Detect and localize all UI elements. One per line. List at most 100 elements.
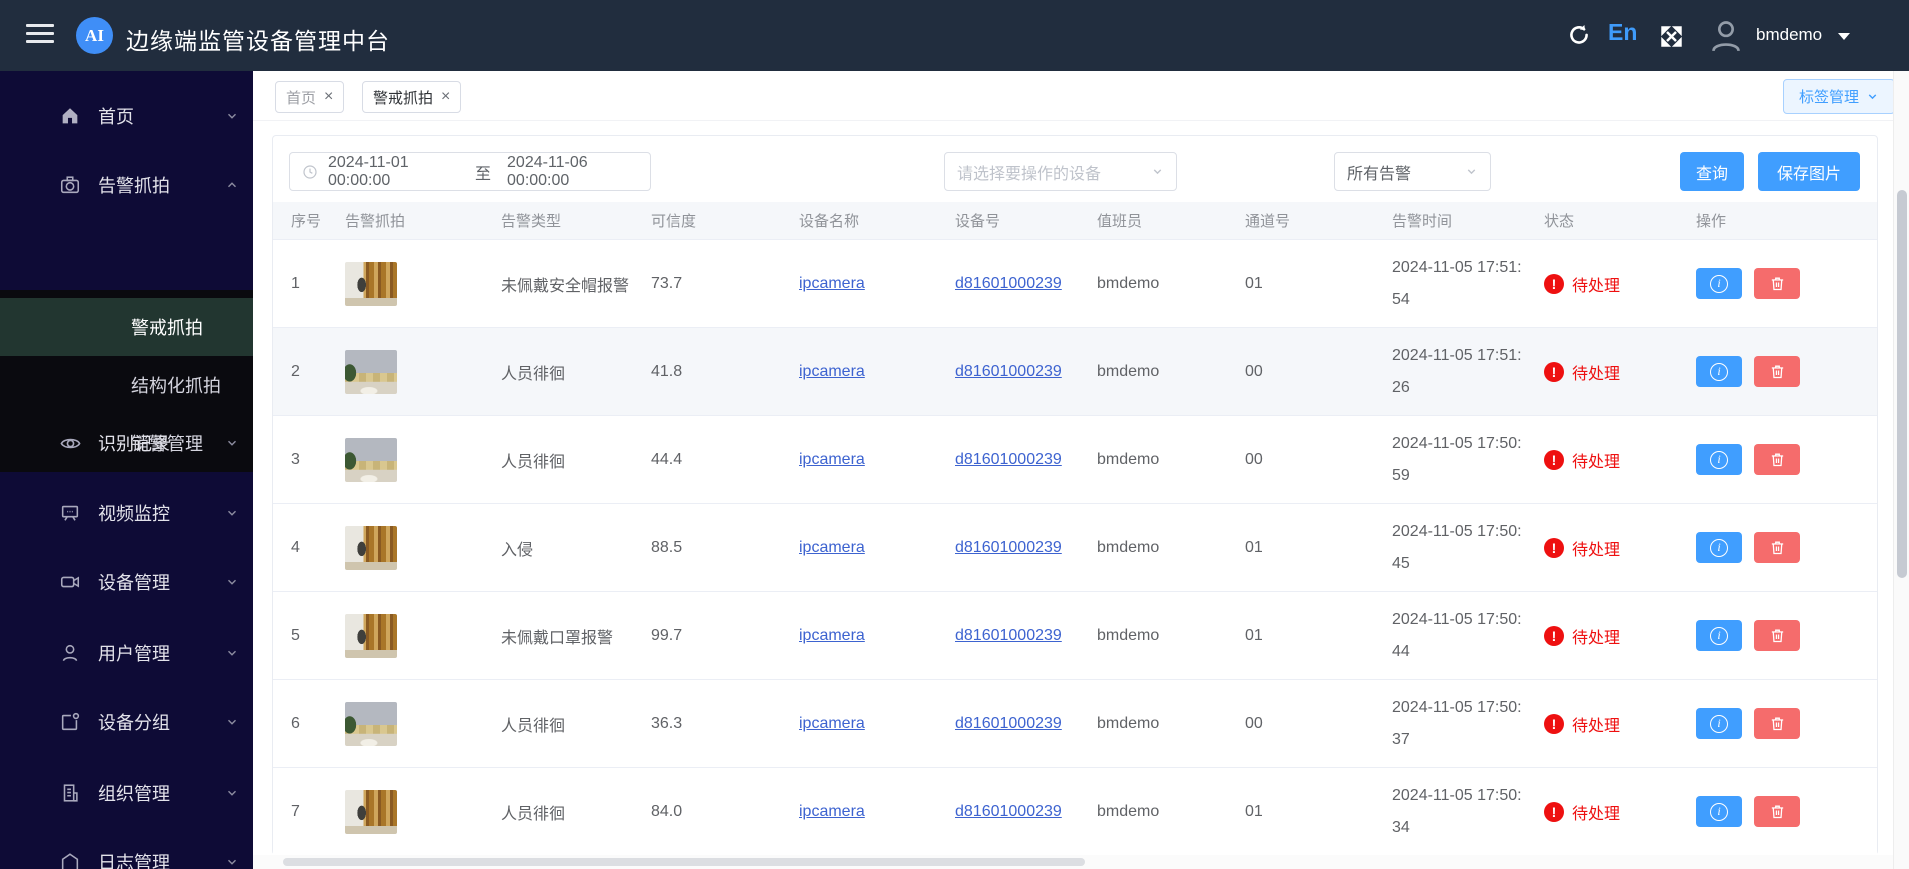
device-name-link[interactable]: ipcamera bbox=[799, 451, 865, 468]
close-icon[interactable]: × bbox=[324, 89, 333, 105]
alarm-time: 2024-11-05 17:50: 44 bbox=[1376, 607, 1528, 665]
horizontal-scrollbar-thumb[interactable] bbox=[283, 858, 1085, 866]
building-icon bbox=[58, 781, 82, 805]
sidebar-item-log-management[interactable]: 日志管理 bbox=[0, 828, 253, 869]
device-no-link[interactable]: d81601000239 bbox=[955, 275, 1062, 292]
operator-value: bmdemo bbox=[1097, 714, 1160, 732]
delete-button[interactable] bbox=[1754, 708, 1800, 739]
alarm-type: 入侵 bbox=[501, 541, 534, 559]
sidebar-item-label: 设备管理 bbox=[98, 573, 170, 593]
sidebar-item-home[interactable]: 首页 bbox=[0, 82, 253, 150]
delete-button[interactable] bbox=[1754, 444, 1800, 475]
avatar-icon[interactable] bbox=[1706, 15, 1746, 55]
alarm-snapshot-image[interactable] bbox=[345, 261, 397, 306]
device-no-link[interactable]: d81601000239 bbox=[955, 363, 1062, 380]
tag-alert-capture[interactable]: 警戒抓拍 × bbox=[362, 81, 462, 113]
alarm-snapshot-image[interactable] bbox=[345, 525, 397, 570]
app-logo: AI bbox=[76, 17, 113, 54]
detail-button[interactable]: i bbox=[1696, 444, 1742, 475]
sidebar-subitem-alert-capture[interactable]: 警戒抓拍 bbox=[0, 298, 253, 356]
column-header: 值班员 bbox=[1097, 213, 1143, 230]
delete-button[interactable] bbox=[1754, 796, 1800, 827]
device-name-link[interactable]: ipcamera bbox=[799, 539, 865, 556]
detail-button[interactable]: i bbox=[1696, 268, 1742, 299]
alarm-snapshot-image[interactable] bbox=[345, 701, 397, 746]
search-button[interactable]: 查询 bbox=[1680, 152, 1744, 191]
trash-icon bbox=[1771, 277, 1783, 291]
operator-value: bmdemo bbox=[1097, 274, 1160, 292]
alarm-snapshot-image[interactable] bbox=[345, 613, 397, 658]
chevron-down-icon bbox=[225, 436, 239, 450]
close-icon[interactable]: × bbox=[441, 89, 450, 105]
alarm-time-line2: 34 bbox=[1392, 818, 1410, 836]
vertical-scrollbar[interactable] bbox=[1893, 71, 1909, 869]
device-name-link[interactable]: ipcamera bbox=[799, 275, 865, 292]
delete-button[interactable] bbox=[1754, 532, 1800, 563]
detail-button[interactable]: i bbox=[1696, 620, 1742, 651]
alarm-time-line2: 54 bbox=[1392, 290, 1410, 308]
tag-home[interactable]: 首页 × bbox=[275, 81, 345, 113]
status-badge: 待处理 bbox=[1572, 541, 1621, 559]
device-name-link[interactable]: ipcamera bbox=[799, 715, 865, 732]
sidebar-item-label: 组织管理 bbox=[98, 784, 170, 804]
alarm-type-select[interactable]: 所有告警 bbox=[1334, 152, 1491, 191]
hamburger-menu-icon[interactable] bbox=[26, 24, 54, 46]
detail-button[interactable]: i bbox=[1696, 356, 1742, 387]
table-row: 3 人员徘徊 44.4 ipcamera d81601000239 bmdemo… bbox=[273, 416, 1877, 504]
column-header: 操作 bbox=[1696, 213, 1727, 230]
sidebar-item-recognition-records[interactable]: 识别记录 bbox=[0, 409, 253, 477]
status-cell: ! 待处理 bbox=[1528, 712, 1680, 736]
vertical-scrollbar-thumb[interactable] bbox=[1897, 190, 1907, 578]
device-no-link[interactable]: d81601000239 bbox=[955, 715, 1062, 732]
alarm-snapshot-image[interactable] bbox=[345, 349, 397, 394]
device-no-link[interactable]: d81601000239 bbox=[955, 539, 1062, 556]
sidebar-item-alarm-capture[interactable]: 告警抓拍 bbox=[0, 151, 253, 219]
device-name-link[interactable]: ipcamera bbox=[799, 363, 865, 380]
fullscreen-icon[interactable] bbox=[1656, 21, 1686, 51]
alarm-type: 未佩戴安全帽报警 bbox=[501, 277, 630, 295]
delete-button[interactable] bbox=[1754, 620, 1800, 651]
device-name-link[interactable]: ipcamera bbox=[799, 627, 865, 644]
alarm-snapshot-image[interactable] bbox=[345, 437, 397, 482]
date-range-input[interactable]: 2024-11-01 00:00:00 至 2024-11-06 00:00:0… bbox=[289, 152, 651, 191]
alarm-time-line2: 26 bbox=[1392, 378, 1410, 396]
detail-button[interactable]: i bbox=[1696, 532, 1742, 563]
alarm-time-line1: 2024-11-05 17:50: bbox=[1392, 698, 1522, 716]
device-no-link[interactable]: d81601000239 bbox=[955, 451, 1062, 468]
sidebar-item-device-management[interactable]: 设备管理 bbox=[0, 548, 253, 616]
camera-icon bbox=[58, 173, 82, 197]
sidebar-item-organization[interactable]: 组织管理 bbox=[0, 759, 253, 827]
sidebar-subitem-structured-capture[interactable]: 结构化抓拍 bbox=[0, 356, 253, 414]
row-seq: 3 bbox=[291, 450, 300, 468]
detail-button[interactable]: i bbox=[1696, 796, 1742, 827]
sidebar-item-video-monitor[interactable]: 视频监控 bbox=[0, 479, 253, 547]
action-cell: i bbox=[1680, 444, 1860, 475]
delete-button[interactable] bbox=[1754, 268, 1800, 299]
clock-icon bbox=[303, 164, 317, 179]
save-image-button[interactable]: 保存图片 bbox=[1758, 152, 1860, 191]
language-toggle[interactable]: En bbox=[1608, 19, 1637, 46]
tag-manage-button[interactable]: 标签管理 bbox=[1783, 79, 1895, 114]
info-icon: i bbox=[1710, 362, 1728, 381]
horizontal-scrollbar[interactable] bbox=[253, 855, 1893, 869]
alarm-snapshot-image[interactable] bbox=[345, 789, 397, 834]
monitor-icon bbox=[58, 501, 82, 525]
channel-value: 01 bbox=[1245, 626, 1263, 644]
device-no-link[interactable]: d81601000239 bbox=[955, 627, 1062, 644]
device-name-link[interactable]: ipcamera bbox=[799, 803, 865, 820]
sidebar-item-label: 视频监控 bbox=[98, 504, 170, 524]
alert-icon: ! bbox=[1544, 273, 1564, 294]
chevron-down-icon bbox=[225, 646, 239, 660]
device-no-link[interactable]: d81601000239 bbox=[955, 803, 1062, 820]
refresh-icon[interactable] bbox=[1564, 21, 1594, 51]
chevron-up-icon bbox=[225, 178, 239, 192]
sidebar-item-device-group[interactable]: 设备分组 bbox=[0, 688, 253, 756]
delete-button[interactable] bbox=[1754, 356, 1800, 387]
sidebar-subitem-label: 警戒抓拍 bbox=[131, 318, 203, 338]
table-row: 5 未佩戴口罩报警 99.7 ipcamera d81601000239 bmd… bbox=[273, 592, 1877, 680]
device-select[interactable]: 请选择要操作的设备 bbox=[944, 152, 1177, 191]
sidebar-item-user-management[interactable]: 用户管理 bbox=[0, 619, 253, 687]
detail-button[interactable]: i bbox=[1696, 708, 1742, 739]
username-dropdown[interactable]: bmdemo bbox=[1756, 25, 1822, 45]
table-row: 2 人员徘徊 41.8 ipcamera d81601000239 bmdemo… bbox=[273, 328, 1877, 416]
